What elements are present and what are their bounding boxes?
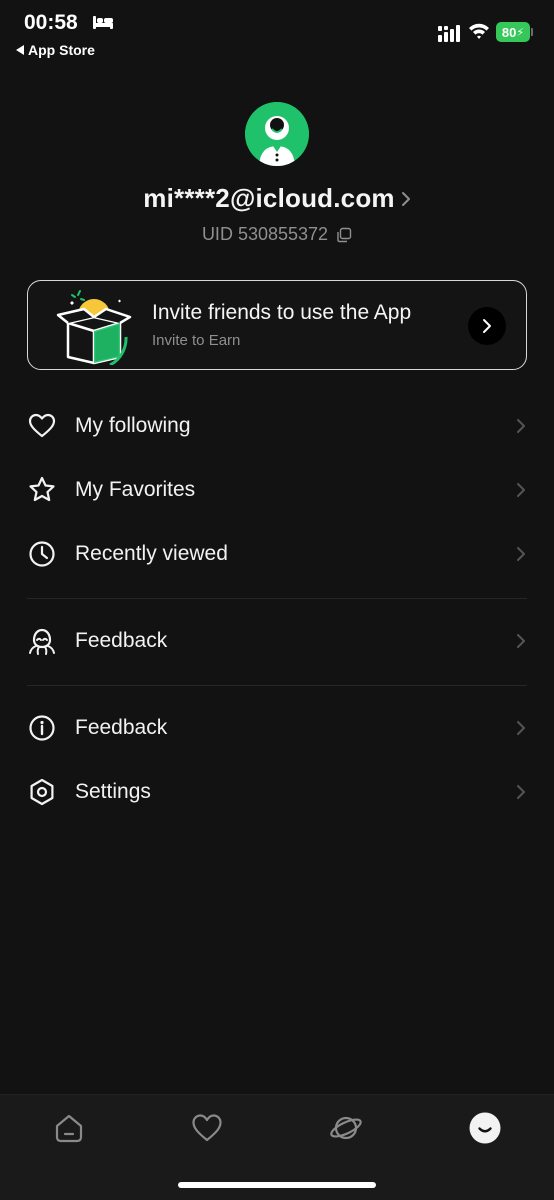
battery-indicator: 80 ⚡: [496, 22, 530, 42]
bed-icon: [93, 16, 113, 29]
account-email-row[interactable]: mi****2@icloud.com: [0, 183, 554, 214]
back-app-label: App Store: [28, 42, 95, 58]
avatar-person-icon: [245, 102, 309, 166]
menu-item-my-favorites[interactable]: My Favorites: [27, 462, 527, 518]
chevron-right-icon: [517, 483, 525, 497]
chevron-right-icon: [517, 419, 525, 433]
menu-item-my-following[interactable]: My following: [27, 398, 527, 454]
invite-title: Invite friends to use the App: [152, 301, 412, 324]
chevron-right-icon: [483, 319, 491, 333]
chevron-right-icon: [401, 191, 410, 206]
gift-box-icon: [56, 290, 132, 365]
menu-item-feedback-info[interactable]: Feedback: [27, 700, 527, 756]
menu-divider: [27, 685, 527, 686]
back-caret-icon: [16, 45, 24, 55]
info-icon: [29, 715, 55, 741]
menu-item-label: Settings: [75, 780, 151, 803]
tab-following[interactable]: [190, 1111, 224, 1145]
support-icon: [29, 628, 55, 655]
chevron-right-icon: [517, 547, 525, 561]
charging-bolt-icon: ⚡: [516, 26, 525, 39]
invite-go-button[interactable]: [468, 307, 506, 345]
invite-friends-card[interactable]: Invite friends to use the App Invite to …: [27, 280, 527, 370]
status-bar: 00:58 App Store 80 ⚡: [0, 0, 554, 70]
tab-home[interactable]: [52, 1111, 86, 1145]
menu-item-label: My Favorites: [75, 478, 196, 501]
menu-item-settings[interactable]: Settings: [27, 764, 527, 820]
tab-profile[interactable]: [468, 1111, 502, 1145]
home-indicator: [178, 1182, 376, 1188]
account-email: mi****2@icloud.com: [143, 183, 395, 213]
clock-icon: [29, 541, 55, 567]
chevron-right-icon: [517, 634, 525, 648]
status-time: 00:58: [24, 11, 78, 34]
menu-item-label: My following: [75, 414, 191, 437]
wifi-icon: [469, 23, 489, 39]
menu-divider: [27, 598, 527, 599]
heart-icon: [28, 413, 56, 438]
menu-item-label: Feedback: [75, 629, 168, 652]
menu-item-feedback-support[interactable]: Feedback: [27, 613, 527, 669]
copy-icon[interactable]: [336, 227, 352, 243]
back-to-app-store[interactable]: App Store: [16, 42, 95, 58]
settings-icon: [30, 778, 54, 806]
menu-item-recently-viewed[interactable]: Recently viewed: [27, 526, 527, 582]
user-id: UID 530855372: [201, 224, 329, 244]
star-icon: [29, 476, 55, 502]
tab-explore[interactable]: [329, 1111, 363, 1145]
battery-nub: [531, 28, 533, 36]
chevron-right-icon: [517, 721, 525, 735]
uid-row: UID 530855372: [0, 224, 554, 245]
battery-level: 80: [501, 24, 517, 40]
chevron-right-icon: [517, 785, 525, 799]
avatar[interactable]: [245, 102, 309, 166]
menu-item-label: Recently viewed: [75, 542, 228, 565]
cellular-signal-icon: [438, 25, 460, 42]
invite-subtitle: Invite to Earn: [152, 332, 241, 349]
menu-item-label: Feedback: [75, 716, 168, 739]
